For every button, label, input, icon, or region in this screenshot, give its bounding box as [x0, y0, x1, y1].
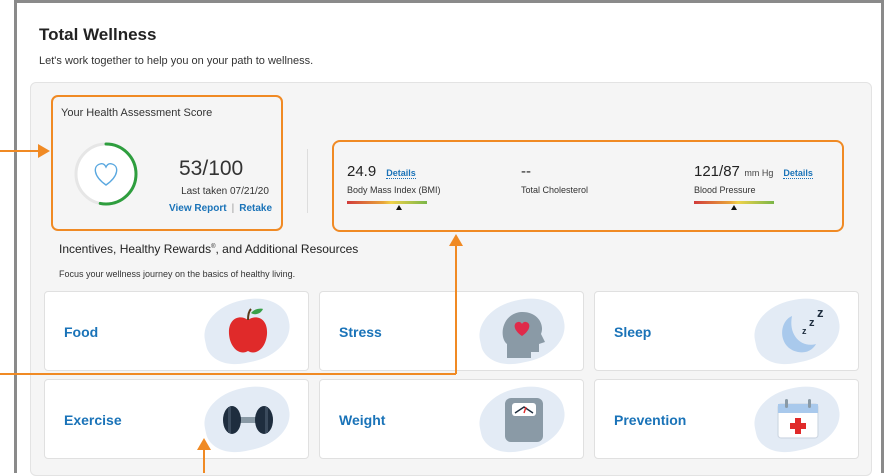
health-assessment-card: Your Health Assessment Score 53/100 Last… — [51, 95, 283, 231]
incentives-title: Incentives, Healthy Rewards®, and Additi… — [59, 242, 358, 256]
card-stress-label: Stress — [339, 324, 382, 340]
assessment-links: View Report | Retake — [169, 203, 272, 214]
bp-label: Blood Pressure — [694, 185, 756, 195]
page-subtitle: Let's work together to help you on your … — [39, 55, 314, 67]
bmi-value: 24.9 — [347, 163, 377, 180]
bmi-details-link[interactable]: Details — [386, 168, 416, 179]
incentives-title-text: Incentives, Healthy Rewards — [59, 242, 212, 256]
section-divider — [307, 149, 308, 213]
moon-zzz-icon: z z z — [782, 305, 824, 353]
bp-value: 121/87 — [694, 163, 740, 180]
bp-gauge — [694, 201, 774, 210]
bmi-metric: 24.9 Details Body Mass Index (BMI) — [347, 163, 441, 210]
bp-gauge-marker — [731, 205, 737, 210]
arrowhead-up-icon — [197, 438, 211, 450]
arrowhead-up-icon — [449, 234, 463, 246]
apple-icon — [228, 308, 268, 353]
wellness-panel: Your Health Assessment Score 53/100 Last… — [30, 82, 872, 476]
card-food[interactable]: Food — [44, 291, 309, 371]
bmi-gauge — [347, 201, 427, 210]
dumbbell-icon — [223, 406, 273, 434]
card-weight[interactable]: Weight — [319, 379, 584, 459]
svg-text:z: z — [817, 305, 824, 320]
last-taken-date: Last taken 07/21/20 — [181, 186, 269, 197]
page-title: Total Wellness — [39, 25, 157, 44]
bp-unit: mm Hg — [744, 168, 774, 178]
card-food-label: Food — [64, 324, 99, 340]
arrowhead-right-icon — [38, 144, 50, 158]
cholesterol-metric: -- Total Cholesterol — [521, 163, 588, 195]
card-stress[interactable]: Stress — [319, 291, 584, 371]
card-sleep[interactable]: Sleep z z z — [594, 291, 859, 371]
view-report-link[interactable]: View Report — [169, 203, 227, 214]
svg-text:z: z — [809, 317, 815, 329]
bp-metric: 121/87 mm Hg Details Blood Pressure — [694, 163, 813, 210]
calendar-medical-icon — [777, 399, 819, 439]
card-exercise[interactable]: Exercise — [44, 379, 309, 459]
assessment-title: Your Health Assessment Score — [61, 107, 213, 119]
link-separator: | — [231, 203, 235, 214]
card-exercise-label: Exercise — [64, 412, 122, 428]
retake-link[interactable]: Retake — [239, 203, 272, 214]
score-ring — [74, 142, 138, 206]
card-weight-label: Weight — [339, 412, 386, 428]
svg-text:z: z — [802, 326, 807, 336]
card-sleep-label: Sleep — [614, 324, 652, 340]
annotation-arrow-score — [0, 150, 40, 152]
biometrics-card: 24.9 Details Body Mass Index (BMI) -- Tot… — [332, 140, 844, 232]
incentives-title-suffix: , and Additional Resources — [215, 242, 359, 256]
card-prevention-label: Prevention — [614, 412, 687, 428]
bmi-gauge-marker — [396, 205, 402, 210]
bp-details-link[interactable]: Details — [783, 168, 813, 179]
cholesterol-value: -- — [521, 163, 531, 180]
annotation-arrow-metrics-horizontal — [0, 373, 456, 375]
bmi-label: Body Mass Index (BMI) — [347, 185, 441, 195]
annotation-arrow-metrics-vertical — [455, 244, 457, 374]
incentives-subtitle: Focus your wellness journey on the basic… — [59, 269, 296, 279]
assessment-score: 53/100 — [179, 157, 244, 180]
annotation-arrow-cards — [203, 448, 205, 473]
card-prevention[interactable]: Prevention — [594, 379, 859, 459]
head-heart-icon — [502, 311, 545, 358]
scale-icon — [505, 398, 543, 442]
cholesterol-label: Total Cholesterol — [521, 185, 589, 195]
